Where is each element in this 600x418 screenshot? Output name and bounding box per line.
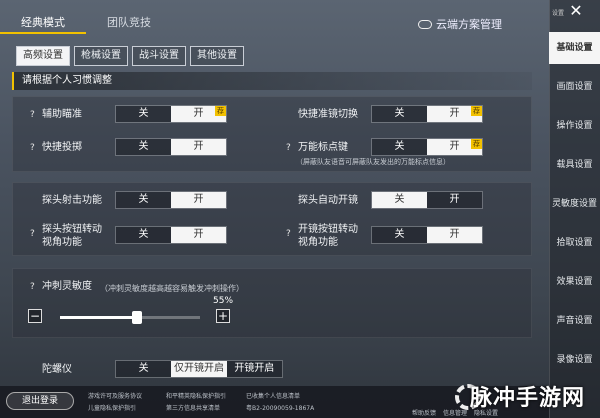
- license-number: 粤B2-20090059-1867A: [246, 405, 315, 412]
- toggle-on[interactable]: 开: [427, 192, 482, 208]
- sidebar-item-graphics[interactable]: 画面设置: [549, 71, 600, 103]
- sidebar-item-pickup[interactable]: 拾取设置: [549, 227, 600, 259]
- sub-tabs: 高频设置 枪械设置 战斗设置 其他设置: [16, 46, 244, 66]
- label-peek-shoot: 探头射击功能: [42, 195, 102, 206]
- label-sprint-sensitivity: 冲刺灵敏度: [42, 281, 92, 292]
- help-icon[interactable]: ?: [286, 143, 291, 153]
- toggle-on-label: 开: [449, 108, 460, 119]
- toggle-off[interactable]: 关: [372, 192, 427, 208]
- toggle-aim-assist[interactable]: 关 开荐: [115, 105, 227, 123]
- help-icon[interactable]: ?: [30, 229, 35, 239]
- toggle-peek-shoot[interactable]: 关 开: [115, 191, 227, 209]
- toggle-on[interactable]: 开: [171, 192, 226, 208]
- subtab-other[interactable]: 其他设置: [190, 46, 244, 66]
- recommended-badge: 荐: [215, 106, 226, 116]
- help-icon[interactable]: ?: [30, 143, 35, 153]
- link-privacy[interactable]: 和平精英隐私保护指引: [166, 391, 226, 400]
- label-quick-throw: 快捷投掷: [42, 142, 82, 153]
- slider-fill: [60, 316, 137, 319]
- subtab-frequent[interactable]: 高频设置: [16, 46, 70, 66]
- slider-thumb[interactable]: [132, 311, 142, 324]
- cloud-scheme-label: 云端方案管理: [436, 18, 502, 31]
- universal-marker-note: （屏蔽队友语音可屏蔽队友发出的万能标点信息）: [296, 158, 450, 166]
- sprint-value: 55%: [213, 296, 234, 306]
- toggle-off[interactable]: 关: [116, 192, 171, 208]
- sprint-slider[interactable]: [60, 311, 200, 324]
- toggle-on[interactable]: 开荐: [427, 139, 482, 155]
- subtab-weapon[interactable]: 枪械设置: [74, 46, 128, 66]
- logout-button[interactable]: 退出登录: [6, 392, 74, 410]
- toggle-peek-auto-scope[interactable]: 关 开: [371, 191, 483, 209]
- recommended-badge: 荐: [471, 106, 482, 116]
- toggle-scope-rotate[interactable]: 关 开: [371, 226, 483, 244]
- toggle-off[interactable]: 关: [116, 139, 171, 155]
- toggle-off[interactable]: 关: [372, 139, 427, 155]
- cloud-scheme-button[interactable]: 云端方案管理: [418, 14, 502, 34]
- toggle-peek-rotate[interactable]: 关 开: [115, 226, 227, 244]
- sidebar-item-effects[interactable]: 效果设置: [549, 266, 600, 298]
- toggle-on[interactable]: 开荐: [427, 106, 482, 122]
- help-icon[interactable]: ?: [286, 229, 291, 239]
- hint-bar: 请根据个人习惯调整: [12, 72, 532, 90]
- close-button[interactable]: ✕: [554, 2, 598, 20]
- link-child-privacy[interactable]: 儿童隐私保护指引: [88, 403, 136, 412]
- label-universal-marker: 万能标点键: [298, 142, 348, 153]
- sidebar-item-replay[interactable]: 录像设置: [549, 344, 600, 376]
- sidebar-item-controls[interactable]: 操作设置: [549, 110, 600, 142]
- label-gyroscope: 陀螺仪: [42, 364, 72, 375]
- label-aim-assist: 辅助瞄准: [42, 109, 82, 120]
- sprint-plus-button[interactable]: +: [216, 309, 230, 323]
- panel-sprint: [12, 268, 532, 338]
- toggle-off[interactable]: 关: [116, 227, 171, 243]
- mode-tabs: 经典模式 团队竞技: [0, 12, 172, 34]
- toggle-on[interactable]: 开荐: [171, 106, 226, 122]
- toggle-gyroscope[interactable]: 关 仅开镜开启 开镜开启: [115, 360, 283, 378]
- toggle-off[interactable]: 关: [372, 106, 427, 122]
- toggle-on-label: 开: [449, 141, 460, 152]
- help-icon[interactable]: ?: [30, 282, 35, 292]
- toggle-on[interactable]: 开: [171, 139, 226, 155]
- label-scope-rotate-line1: 开镜按钮转动: [298, 224, 358, 235]
- toggle-quick-throw[interactable]: 关 开: [115, 138, 227, 156]
- gyro-off[interactable]: 关: [116, 361, 172, 377]
- toggle-off[interactable]: 关: [372, 227, 427, 243]
- toggle-scope-switch[interactable]: 关 开荐: [371, 105, 483, 123]
- link-third-party[interactable]: 第三方信息共享清单: [166, 403, 220, 412]
- sprint-note: （冲刺灵敏度越高越容易触发冲刺操作）: [100, 284, 244, 293]
- label-peek-rotate-line2: 视角功能: [42, 237, 82, 248]
- sidebar-item-sound[interactable]: 声音设置: [549, 305, 600, 337]
- tab-classic-mode[interactable]: 经典模式: [0, 12, 86, 34]
- toggle-universal-marker[interactable]: 关 开荐: [371, 138, 483, 156]
- settings-screen: 经典模式 团队竞技 云端方案管理 高频设置 枪械设置 战斗设置 其他设置 请根据…: [0, 0, 600, 418]
- label-peek-rotate-line1: 探头按钮转动: [42, 224, 102, 235]
- toggle-on-label: 开: [193, 108, 204, 119]
- close-icon: ✕: [569, 1, 583, 20]
- sidebar-item-sensitivity[interactable]: 灵敏度设置: [549, 188, 600, 220]
- recommended-badge: 荐: [471, 139, 482, 149]
- gyro-scope-on[interactable]: 开镜开启: [226, 361, 282, 377]
- toggle-off[interactable]: 关: [116, 106, 171, 122]
- gyro-scope-only[interactable]: 仅开镜开启: [171, 361, 227, 377]
- sidebar-item-vehicle[interactable]: 载具设置: [549, 149, 600, 181]
- sprint-minus-button[interactable]: −: [28, 309, 42, 323]
- subtab-combat[interactable]: 战斗设置: [132, 46, 186, 66]
- label-scope-switch: 快捷准镜切换: [298, 109, 358, 120]
- label-peek-auto-scope: 探头自动开镜: [298, 195, 358, 206]
- label-scope-rotate-line2: 视角功能: [298, 237, 338, 248]
- link-help[interactable]: 帮助反馈: [412, 408, 436, 417]
- watermark: 脉冲手游网: [470, 386, 586, 411]
- cloud-icon: [418, 19, 432, 29]
- link-license[interactable]: 游戏许可及服务协议: [88, 391, 142, 400]
- link-collected-info[interactable]: 已收集个人信息清单: [246, 391, 300, 400]
- toggle-on[interactable]: 开: [171, 227, 226, 243]
- sidebar-item-basic[interactable]: 基础设置: [549, 32, 600, 64]
- toggle-on[interactable]: 开: [427, 227, 482, 243]
- tab-team-deathmatch[interactable]: 团队竞技: [86, 12, 172, 34]
- help-icon[interactable]: ?: [30, 110, 35, 120]
